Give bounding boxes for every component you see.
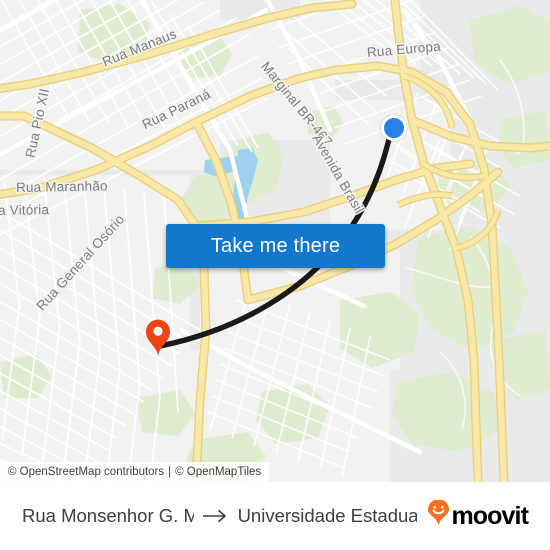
openmaptiles-attribution-link[interactable]: © OpenMapTiles <box>175 466 261 478</box>
map-attribution: © OpenStreetMap contributors | © OpenMap… <box>0 462 270 482</box>
take-me-there-label: Take me there <box>210 234 341 257</box>
moovit-logo[interactable]: moovit <box>427 499 529 532</box>
trip-destination-label: Universidade Estadual D… <box>237 505 418 526</box>
origin-pin[interactable] <box>144 318 172 358</box>
moovit-map-screen: Rua Manaus Rua Paraná Rua Pio XII Rua Maran… <box>0 0 550 550</box>
map-pin-icon <box>146 319 170 358</box>
destination-dot[interactable] <box>381 115 407 141</box>
moovit-wordmark: moovit <box>451 501 528 530</box>
arrow-right-icon <box>202 509 229 523</box>
trip-origin-label: Rua Monsenhor G. Mar… <box>22 505 194 526</box>
map-canvas[interactable]: Rua Manaus Rua Paraná Rua Pio XII Rua Maran… <box>0 0 550 482</box>
trip-summary[interactable]: Rua Monsenhor G. Mar… Universidade Estad… <box>22 505 417 527</box>
moovit-pin-smile-icon <box>427 499 450 532</box>
attribution-separator: | <box>168 466 172 478</box>
osm-attribution-link[interactable]: © OpenStreetMap contributors <box>8 466 164 478</box>
take-me-there-button[interactable]: Take me there <box>166 224 385 268</box>
trip-footer: Rua Monsenhor G. Mar… Universidade Estad… <box>0 482 550 550</box>
